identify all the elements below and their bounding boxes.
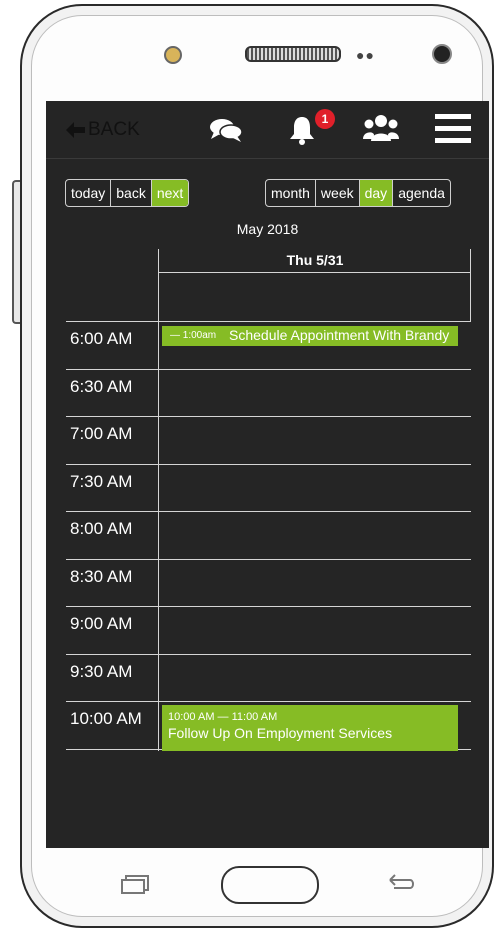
time-slot-cell[interactable] [159, 417, 470, 464]
time-slot-cell[interactable] [159, 370, 470, 417]
nav-button-group: today back next [65, 179, 190, 207]
header-right-border [470, 249, 471, 321]
recent-apps-icon[interactable] [120, 874, 152, 894]
header-divider [158, 272, 471, 273]
time-slot-label: 8:00 AM [70, 519, 133, 538]
back-nav-icon[interactable] [386, 872, 416, 894]
back-period-button[interactable]: back [111, 180, 152, 206]
calendar-title: May 2018 [236, 221, 299, 237]
time-slot-label: 6:30 AM [70, 376, 133, 396]
week-view-button[interactable]: week [316, 180, 360, 206]
next-button[interactable]: next [151, 180, 189, 206]
sensor-dots: ●● [356, 47, 375, 63]
header-left-border [158, 249, 159, 321]
event-time: — 1:00am [170, 330, 217, 341]
agenda-view-button[interactable]: agenda [393, 180, 450, 206]
proximity-sensor [432, 44, 452, 64]
day-view-button[interactable]: day [359, 180, 394, 206]
event-schedule-appointment[interactable]: — 1:00am Schedule Appointment With Brand… [162, 326, 458, 346]
event-follow-up[interactable]: 10:00 AM — 11:00 AM Follow Up On Employm… [162, 705, 458, 751]
day-header[interactable]: Thu 5/31 [160, 249, 470, 271]
android-nav-bar [46, 848, 489, 920]
time-slot-label: 10:00 AM [70, 709, 142, 728]
view-button-group: month week day agenda [265, 179, 451, 207]
front-camera [164, 46, 182, 64]
event-title: Follow Up On Employment Services [168, 725, 393, 741]
time-slot-label: 8:30 AM [70, 566, 133, 586]
top-bar: BACK 1 [46, 101, 489, 159]
hamburger-menu-icon[interactable] [435, 113, 471, 145]
group-icon[interactable] [363, 113, 399, 145]
bell-icon[interactable] [288, 115, 316, 145]
time-slot-label: 7:00 AM [70, 424, 133, 443]
today-button[interactable]: today [66, 180, 112, 206]
earpiece-speaker [245, 46, 341, 62]
time-slot-label: 6:00 AM [70, 329, 133, 348]
notification-badge: 1 [315, 109, 335, 129]
event-title: Schedule Appointment With Brandy Wright [229, 327, 450, 346]
side-volume-key [12, 180, 20, 324]
back-button[interactable]: BACK [66, 119, 140, 141]
time-slot-cell[interactable] [159, 607, 470, 654]
time-slot-cell[interactable] [159, 465, 470, 512]
back-label: BACK [88, 119, 140, 140]
time-slot-label: 9:00 AM [70, 614, 133, 633]
time-slot-cell[interactable] [159, 655, 470, 702]
arrow-left-icon [66, 122, 85, 138]
event-time: 10:00 AM — 11:00 AM [168, 711, 278, 723]
time-slot-cell[interactable] [159, 512, 470, 559]
time-slot-label: 9:30 AM [70, 661, 133, 681]
home-button[interactable] [221, 866, 319, 904]
time-slot-cell[interactable] [159, 560, 470, 607]
app-screen: BACK 1 today back next month week day ag… [46, 101, 489, 848]
month-view-button[interactable]: month [266, 180, 316, 206]
chat-icon[interactable] [209, 117, 243, 143]
time-slot-label: 7:30 AM [70, 471, 133, 491]
